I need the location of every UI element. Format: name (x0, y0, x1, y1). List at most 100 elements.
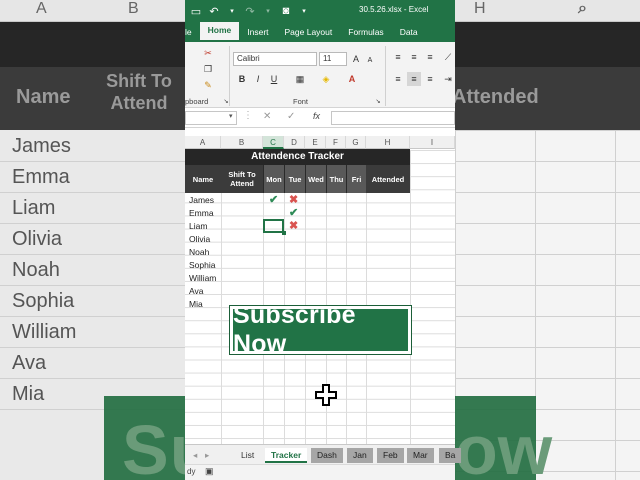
borders-icon[interactable]: ▦ (293, 72, 307, 86)
bg-row: James (0, 131, 185, 162)
name-cell[interactable]: Noah (189, 247, 209, 257)
orientation-icon[interactable]: ⟋ (441, 50, 455, 64)
font-group-label: Font (293, 97, 309, 106)
sheet-tab-tracker[interactable]: Tracker (265, 448, 308, 463)
copy-icon[interactable]: ❐ (201, 62, 215, 76)
redo-icon[interactable]: ↷ (241, 2, 259, 20)
header-mon: Mon (263, 165, 284, 193)
font-color-icon[interactable]: A (345, 72, 359, 86)
cut-icon[interactable]: ✂ (201, 46, 215, 60)
tab-page-layout[interactable]: Page Layout (277, 27, 341, 42)
grid-line (410, 150, 411, 444)
column-header-a[interactable]: A (185, 136, 221, 149)
enter-formula-icon[interactable]: ✓ (287, 111, 295, 122)
grid-line (305, 150, 306, 444)
save-icon[interactable]: ▭ (187, 2, 205, 20)
header-name: Name (192, 174, 214, 184)
bg-banner-text-right: ow (455, 411, 553, 480)
bg-row: Emma (0, 162, 185, 193)
grid-line (263, 150, 264, 444)
align-bottom-icon[interactable]: ≡ (423, 50, 437, 64)
clipboard-group-label: pboard (185, 97, 209, 106)
name-cell[interactable]: Olivia (189, 234, 210, 244)
column-header-i[interactable]: I (410, 136, 455, 149)
formula-bar-resize-icon[interactable]: ⋮ (243, 110, 253, 121)
grid-line (366, 150, 367, 444)
column-header-g[interactable]: G (346, 136, 366, 149)
indent-icon[interactable]: ⇥ (441, 72, 455, 86)
column-header-b[interactable]: B (221, 136, 263, 149)
name-cell[interactable]: Ava (189, 286, 204, 296)
accessibility-icon[interactable]: ▣ (205, 466, 214, 477)
align-left-icon[interactable]: ≡ (391, 72, 405, 86)
tab-data[interactable]: Data (392, 27, 426, 42)
ribbon-tabs: le Home Insert Page Layout Formulas Data (185, 21, 455, 42)
tab-home[interactable]: Home (199, 21, 240, 42)
name-cell[interactable]: Liam (189, 221, 207, 231)
italic-button[interactable]: I (251, 72, 265, 86)
name-box-dropdown-icon[interactable]: ▾ (229, 112, 233, 120)
ribbon-body: ✂ ❐ ✎ pboard ↘ Calibri 11 A A B I U ▦ ◈ … (185, 42, 455, 108)
tracker-title: Attendence Tracker (185, 149, 410, 165)
fill-color-icon[interactable]: ◈ (319, 72, 333, 86)
underline-button[interactable]: U (267, 72, 281, 86)
redo-dropdown-icon[interactable]: ▾ (259, 2, 277, 20)
clipboard-launcher-icon[interactable]: ↘ (219, 94, 233, 108)
undo-icon[interactable]: ↶ (205, 2, 223, 20)
sheet-tab-feb[interactable]: Feb (377, 448, 404, 463)
tab-file[interactable]: le (185, 27, 200, 42)
customize-toolbar-icon[interactable]: ▾ (295, 2, 313, 20)
name-cell[interactable]: Mia (189, 299, 203, 309)
column-header-d[interactable]: D (284, 136, 305, 149)
name-cell[interactable]: Sophia (189, 260, 215, 270)
align-middle-icon[interactable]: ≡ (407, 50, 421, 64)
bg-row: Liam (0, 193, 185, 224)
cross-icon[interactable]: ✖ (289, 221, 298, 232)
header-attended: Attended (371, 174, 405, 184)
cross-icon[interactable]: ✖ (289, 195, 298, 206)
bold-button[interactable]: B (235, 72, 249, 86)
font-launcher-icon[interactable]: ↘ (371, 94, 385, 108)
name-cell[interactable]: Emma (189, 208, 214, 218)
column-header-f[interactable]: F (326, 136, 346, 149)
formula-input[interactable] (331, 111, 455, 125)
font-size-select[interactable]: 11 (319, 52, 347, 66)
decrease-font-icon[interactable]: A (363, 53, 377, 67)
grid-line (221, 150, 222, 444)
align-right-icon[interactable]: ≡ (423, 72, 437, 86)
column-header-h[interactable]: H (366, 136, 410, 149)
camera-icon[interactable]: ◙ (277, 2, 295, 20)
grid-line (284, 150, 285, 444)
check-icon[interactable]: ✔ (269, 195, 278, 206)
sheet-tab-jan[interactable]: Jan (347, 448, 373, 463)
name-cell[interactable]: James (189, 195, 214, 205)
undo-dropdown-icon[interactable]: ▾ (223, 2, 241, 20)
tab-formulas[interactable]: Formulas (340, 27, 391, 42)
name-cell[interactable]: William (189, 273, 216, 283)
header-tue: Tue (284, 165, 305, 193)
sheet-tab-list[interactable]: List (235, 448, 260, 463)
bg-row: Noah (0, 255, 185, 286)
sheet-tab-ba[interactable]: Ba (439, 448, 462, 463)
bg-col-b: B (128, 0, 139, 17)
font-name-select[interactable]: Calibri (233, 52, 317, 66)
align-center-icon[interactable]: ≡ (407, 72, 421, 86)
column-header-c[interactable]: C (263, 136, 284, 149)
move-cursor-icon (315, 384, 337, 406)
bg-row: Sophia (0, 286, 185, 317)
selected-cell[interactable] (263, 219, 286, 235)
subscribe-now-banner[interactable]: Subscribe Now (229, 301, 412, 358)
align-top-icon[interactable]: ≡ (391, 50, 405, 64)
cancel-formula-icon[interactable]: ✕ (263, 111, 271, 122)
grid-line (346, 150, 347, 444)
tab-insert[interactable]: Insert (239, 27, 276, 42)
insert-function-icon[interactable]: fx (313, 111, 320, 121)
tab-scroll-right-icon[interactable]: ▸ (199, 448, 215, 463)
format-painter-icon[interactable]: ✎ (201, 78, 215, 92)
bg-shift-header: Shift To Attend (106, 71, 172, 113)
check-icon[interactable]: ✔ (289, 208, 298, 219)
column-header-e[interactable]: E (305, 136, 326, 149)
sheet-tab-dash[interactable]: Dash (311, 448, 343, 463)
increase-font-icon[interactable]: A (349, 52, 363, 66)
sheet-tab-mar[interactable]: Mar (407, 448, 434, 463)
